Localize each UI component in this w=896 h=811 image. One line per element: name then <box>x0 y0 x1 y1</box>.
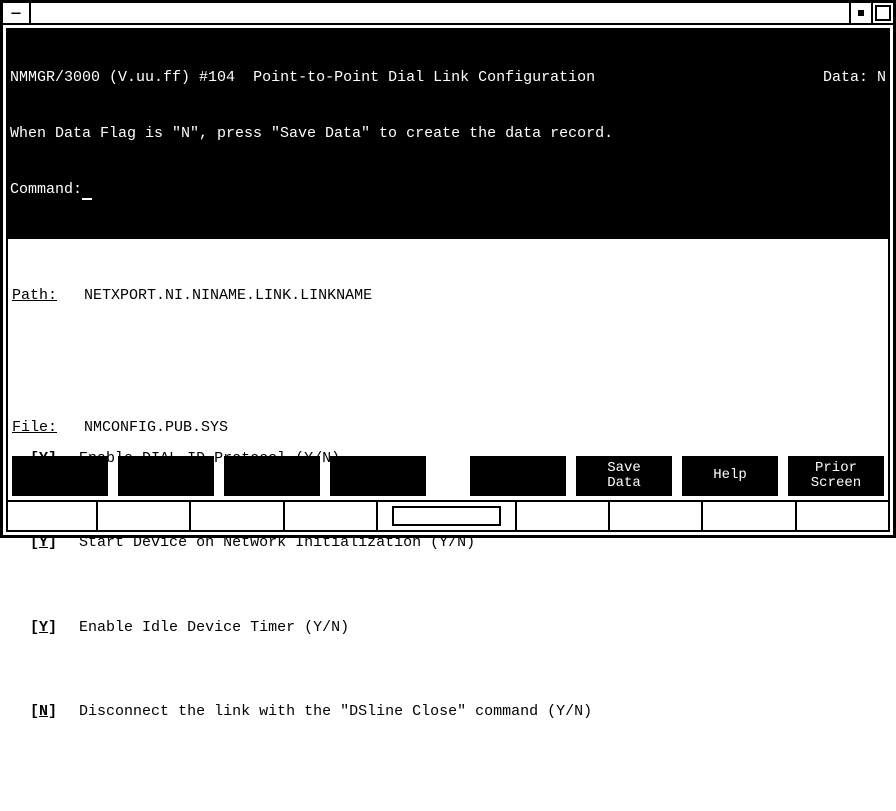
status-cell-7 <box>610 502 703 530</box>
header-hint: When Data Flag is "N", press "Save Data"… <box>10 125 886 144</box>
field-start-device-label: Start Device on Network Initialization (… <box>79 534 475 553</box>
field-idle-timer-input[interactable]: [Y] <box>30 619 57 638</box>
status-cell-5 <box>378 502 517 530</box>
status-bar <box>8 500 888 530</box>
field-disconnect-link-label: Disconnect the link with the "DSline Clo… <box>79 703 592 722</box>
fkey-5[interactable] <box>470 456 566 496</box>
field-start-device: [Y] Start Device on Network Initializati… <box>30 534 884 553</box>
titlebar: — <box>3 3 893 25</box>
path-value: NETXPORT.NI.NINAME.LINK.LINKNAME <box>84 287 372 304</box>
window-frame: — NMMGR/3000 (V.uu.ff) #104 Point-to-Poi… <box>0 0 896 538</box>
fkey-8-prior-screen[interactable]: Prior Screen <box>788 456 884 496</box>
file-value: NMCONFIG.PUB.SYS <box>84 419 228 436</box>
status-cell-2 <box>98 502 191 530</box>
window-menu-icon[interactable]: — <box>3 3 31 23</box>
field-start-device-input[interactable]: [Y] <box>30 534 57 553</box>
function-keys: Save Data Help Prior Screen <box>12 456 884 496</box>
file-label: File: <box>12 419 57 436</box>
status-cell-8 <box>703 502 796 530</box>
fkey-6-save-data[interactable]: Save Data <box>576 456 672 496</box>
field-disconnect-link-input[interactable]: [N] <box>30 703 57 722</box>
field-disconnect-link: [N] Disconnect the link with the "DSline… <box>30 703 884 722</box>
file-row: File: NMCONFIG.PUB.SYS <box>12 419 228 438</box>
header-left: NMMGR/3000 (V.uu.ff) #104 Point-to-Point… <box>10 69 595 88</box>
status-cell-6 <box>517 502 610 530</box>
fkey-3[interactable] <box>224 456 320 496</box>
screen-header: NMMGR/3000 (V.uu.ff) #104 Point-to-Point… <box>8 30 888 239</box>
status-cell-3 <box>191 502 284 530</box>
titlebar-spacer <box>31 3 849 23</box>
status-cell-1 <box>8 502 98 530</box>
field-idle-timer-label: Enable Idle Device Timer (Y/N) <box>79 619 349 638</box>
fkey-7-help[interactable]: Help <box>682 456 778 496</box>
fkey-2[interactable] <box>118 456 214 496</box>
fkey-4[interactable] <box>330 456 426 496</box>
path-row: Path: NETXPORT.NI.NINAME.LINK.LINKNAME <box>12 287 884 306</box>
status-cell-4 <box>285 502 378 530</box>
header-right: Data: N <box>823 69 886 88</box>
path-label: Path: <box>12 287 57 304</box>
field-idle-timer: [Y] Enable Idle Device Timer (Y/N) <box>30 619 884 638</box>
terminal-screen: NMMGR/3000 (V.uu.ff) #104 Point-to-Point… <box>6 28 890 532</box>
fkey-1[interactable] <box>12 456 108 496</box>
minimize-icon[interactable] <box>849 3 871 23</box>
status-cell-9 <box>797 502 888 530</box>
maximize-icon[interactable] <box>871 3 893 23</box>
command-line[interactable]: Command: <box>10 181 886 200</box>
